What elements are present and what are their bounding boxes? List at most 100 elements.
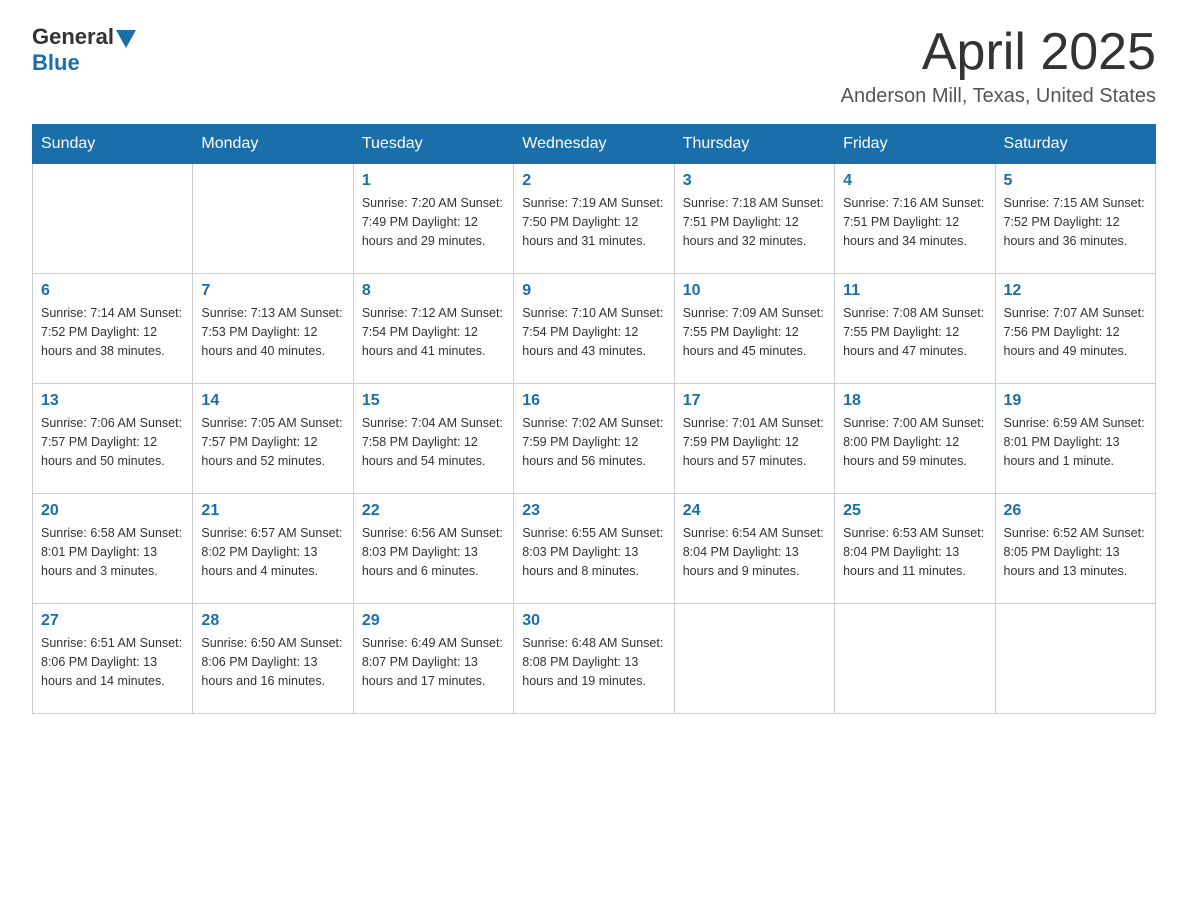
day-info: Sunrise: 6:53 AM Sunset: 8:04 PM Dayligh… xyxy=(843,524,986,580)
calendar-cell: 25Sunrise: 6:53 AM Sunset: 8:04 PM Dayli… xyxy=(835,494,995,604)
calendar-cell: 2 Sunrise: 7:19 AM Sunset: 7:50 PM Daylig… xyxy=(514,164,674,274)
day-info: Sunrise: 7:06 AM Sunset: 7:57 PM Dayligh… xyxy=(41,414,184,470)
logo: General Blue xyxy=(32,24,136,76)
day-info: Sunrise: 7:07 AM Sunset: 7:56 PM Dayligh… xyxy=(1004,304,1147,360)
logo-triangle-icon xyxy=(116,30,136,48)
weekday-header-thursday: Thursday xyxy=(674,125,834,164)
calendar-header: SundayMondayTuesdayWednesdayThursdayFrid… xyxy=(33,125,1156,164)
day-number: 9 xyxy=(522,282,665,300)
page-header: General Blue April 2025 Anderson Mill, T… xyxy=(32,24,1156,108)
day-number: 4 xyxy=(843,172,986,190)
day-info: Sunrise: 7:14 AM Sunset: 7:52 PM Dayligh… xyxy=(41,304,184,360)
weekday-header-monday: Monday xyxy=(193,125,353,164)
day-number: 30 xyxy=(522,612,665,630)
day-info: Sunrise: 7:16 AM Sunset: 7:51 PM Dayligh… xyxy=(843,194,986,250)
day-info: Sunrise: 7:00 AM Sunset: 8:00 PM Dayligh… xyxy=(843,414,986,470)
calendar-cell: 10 Sunrise: 7:09 AM Sunset: 7:55 PM Dayli… xyxy=(674,274,834,384)
day-number: 20 xyxy=(41,502,184,520)
calendar-cell: 19Sunrise: 6:59 AM Sunset: 8:01 PM Dayli… xyxy=(995,384,1155,494)
calendar-cell: 13 Sunrise: 7:06 AM Sunset: 7:57 PM Dayli… xyxy=(33,384,193,494)
location-title: Anderson Mill, Texas, United States xyxy=(841,85,1156,108)
day-info: Sunrise: 7:08 AM Sunset: 7:55 PM Dayligh… xyxy=(843,304,986,360)
day-info: Sunrise: 6:56 AM Sunset: 8:03 PM Dayligh… xyxy=(362,524,505,580)
weekday-header-friday: Friday xyxy=(835,125,995,164)
day-number: 26 xyxy=(1004,502,1147,520)
calendar-cell xyxy=(995,604,1155,714)
weekday-header-sunday: Sunday xyxy=(33,125,193,164)
day-number: 15 xyxy=(362,392,505,410)
month-title: April 2025 xyxy=(841,24,1156,81)
day-number: 24 xyxy=(683,502,826,520)
day-number: 10 xyxy=(683,282,826,300)
calendar-week-4: 20 Sunrise: 6:58 AM Sunset: 8:01 PM Dayli… xyxy=(33,494,1156,604)
day-info: Sunrise: 6:55 AM Sunset: 8:03 PM Dayligh… xyxy=(522,524,665,580)
calendar-cell xyxy=(835,604,995,714)
calendar-cell: 3 Sunrise: 7:18 AM Sunset: 7:51 PM Daylig… xyxy=(674,164,834,274)
day-number: 16 xyxy=(522,392,665,410)
day-number: 13 xyxy=(41,392,184,410)
calendar-cell: 17Sunrise: 7:01 AM Sunset: 7:59 PM Dayli… xyxy=(674,384,834,494)
calendar-cell: 30 Sunrise: 6:48 AM Sunset: 8:08 PM Dayli… xyxy=(514,604,674,714)
calendar-cell: 28 Sunrise: 6:50 AM Sunset: 8:06 PM Dayli… xyxy=(193,604,353,714)
calendar-cell: 7Sunrise: 7:13 AM Sunset: 7:53 PM Daylig… xyxy=(193,274,353,384)
logo-general-text: General xyxy=(32,24,114,50)
calendar-cell: 24 Sunrise: 6:54 AM Sunset: 8:04 PM Dayli… xyxy=(674,494,834,604)
day-info: Sunrise: 7:02 AM Sunset: 7:59 PM Dayligh… xyxy=(522,414,665,470)
day-number: 5 xyxy=(1004,172,1147,190)
calendar-cell: 16 Sunrise: 7:02 AM Sunset: 7:59 PM Dayli… xyxy=(514,384,674,494)
calendar-cell: 5 Sunrise: 7:15 AM Sunset: 7:52 PM Daylig… xyxy=(995,164,1155,274)
day-info: Sunrise: 7:18 AM Sunset: 7:51 PM Dayligh… xyxy=(683,194,826,250)
title-block: April 2025 Anderson Mill, Texas, United … xyxy=(841,24,1156,108)
day-info: Sunrise: 7:01 AM Sunset: 7:59 PM Dayligh… xyxy=(683,414,826,470)
calendar-cell: 9Sunrise: 7:10 AM Sunset: 7:54 PM Daylig… xyxy=(514,274,674,384)
calendar-cell: 29Sunrise: 6:49 AM Sunset: 8:07 PM Dayli… xyxy=(353,604,513,714)
weekday-header-saturday: Saturday xyxy=(995,125,1155,164)
day-info: Sunrise: 7:12 AM Sunset: 7:54 PM Dayligh… xyxy=(362,304,505,360)
weekday-header-wednesday: Wednesday xyxy=(514,125,674,164)
day-info: Sunrise: 7:09 AM Sunset: 7:55 PM Dayligh… xyxy=(683,304,826,360)
calendar-cell: 18 Sunrise: 7:00 AM Sunset: 8:00 PM Dayli… xyxy=(835,384,995,494)
weekday-header-tuesday: Tuesday xyxy=(353,125,513,164)
calendar-week-3: 13 Sunrise: 7:06 AM Sunset: 7:57 PM Dayli… xyxy=(33,384,1156,494)
calendar-week-1: 1Sunrise: 7:20 AM Sunset: 7:49 PM Daylig… xyxy=(33,164,1156,274)
day-info: Sunrise: 6:52 AM Sunset: 8:05 PM Dayligh… xyxy=(1004,524,1147,580)
day-number: 23 xyxy=(522,502,665,520)
calendar-cell: 11 Sunrise: 7:08 AM Sunset: 7:55 PM Dayli… xyxy=(835,274,995,384)
calendar-cell: 20 Sunrise: 6:58 AM Sunset: 8:01 PM Dayli… xyxy=(33,494,193,604)
calendar-cell: 23 Sunrise: 6:55 AM Sunset: 8:03 PM Dayli… xyxy=(514,494,674,604)
calendar-cell: 6Sunrise: 7:14 AM Sunset: 7:52 PM Daylig… xyxy=(33,274,193,384)
day-info: Sunrise: 7:19 AM Sunset: 7:50 PM Dayligh… xyxy=(522,194,665,250)
day-info: Sunrise: 6:50 AM Sunset: 8:06 PM Dayligh… xyxy=(201,634,344,690)
day-info: Sunrise: 6:48 AM Sunset: 8:08 PM Dayligh… xyxy=(522,634,665,690)
calendar-week-5: 27 Sunrise: 6:51 AM Sunset: 8:06 PM Dayli… xyxy=(33,604,1156,714)
day-number: 18 xyxy=(843,392,986,410)
calendar-cell: 4 Sunrise: 7:16 AM Sunset: 7:51 PM Daylig… xyxy=(835,164,995,274)
day-info: Sunrise: 7:05 AM Sunset: 7:57 PM Dayligh… xyxy=(201,414,344,470)
day-info: Sunrise: 6:54 AM Sunset: 8:04 PM Dayligh… xyxy=(683,524,826,580)
calendar-cell xyxy=(193,164,353,274)
calendar-cell: 1Sunrise: 7:20 AM Sunset: 7:49 PM Daylig… xyxy=(353,164,513,274)
day-number: 22 xyxy=(362,502,505,520)
calendar-cell: 21 Sunrise: 6:57 AM Sunset: 8:02 PM Dayli… xyxy=(193,494,353,604)
calendar-cell: 14Sunrise: 7:05 AM Sunset: 7:57 PM Dayli… xyxy=(193,384,353,494)
day-info: Sunrise: 7:15 AM Sunset: 7:52 PM Dayligh… xyxy=(1004,194,1147,250)
calendar-table: SundayMondayTuesdayWednesdayThursdayFrid… xyxy=(32,124,1156,714)
day-number: 3 xyxy=(683,172,826,190)
day-info: Sunrise: 6:58 AM Sunset: 8:01 PM Dayligh… xyxy=(41,524,184,580)
calendar-cell xyxy=(674,604,834,714)
calendar-cell: 8 Sunrise: 7:12 AM Sunset: 7:54 PM Daylig… xyxy=(353,274,513,384)
day-info: Sunrise: 7:04 AM Sunset: 7:58 PM Dayligh… xyxy=(362,414,505,470)
day-number: 7 xyxy=(201,282,344,300)
day-number: 8 xyxy=(362,282,505,300)
day-number: 11 xyxy=(843,282,986,300)
day-info: Sunrise: 6:59 AM Sunset: 8:01 PM Dayligh… xyxy=(1004,414,1147,470)
logo-blue-text: Blue xyxy=(32,50,80,76)
day-info: Sunrise: 6:57 AM Sunset: 8:02 PM Dayligh… xyxy=(201,524,344,580)
day-info: Sunrise: 7:20 AM Sunset: 7:49 PM Dayligh… xyxy=(362,194,505,250)
day-info: Sunrise: 6:51 AM Sunset: 8:06 PM Dayligh… xyxy=(41,634,184,690)
day-number: 28 xyxy=(201,612,344,630)
day-number: 21 xyxy=(201,502,344,520)
day-number: 2 xyxy=(522,172,665,190)
day-number: 27 xyxy=(41,612,184,630)
calendar-cell: 15 Sunrise: 7:04 AM Sunset: 7:58 PM Dayli… xyxy=(353,384,513,494)
